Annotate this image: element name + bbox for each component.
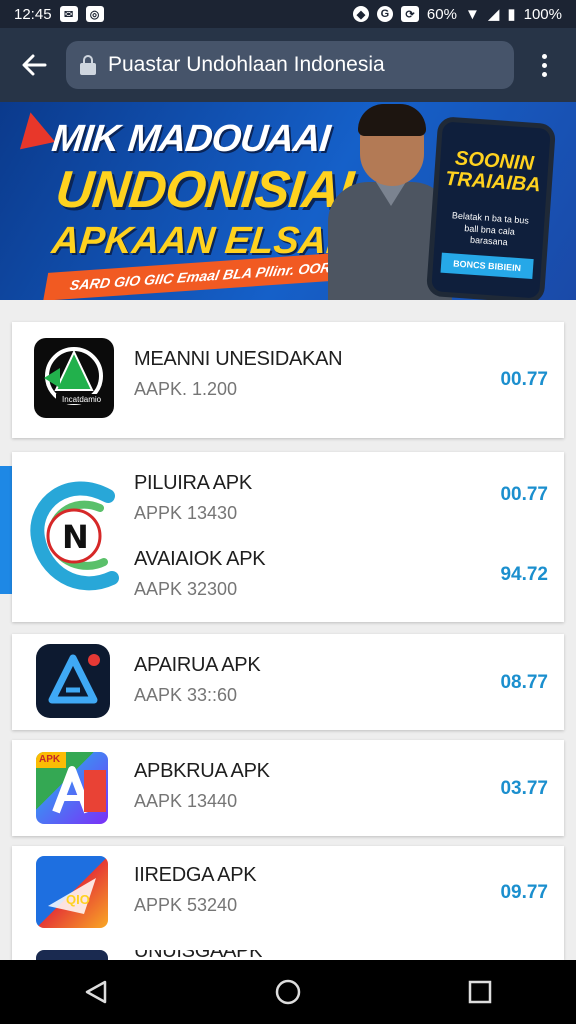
n-swirl-icon: N <box>28 474 124 600</box>
app-list-item[interactable]: Incatdamio MEANNI UNESIDAKAN AAPK. 1.200… <box>12 322 564 438</box>
mail-icon: ✉ <box>59 6 78 22</box>
browser-toolbar: Puastar Undohlaan Indonesia <box>0 28 576 102</box>
nav-recents-icon[interactable] <box>456 968 504 1016</box>
app-name: MEANNI UNESIDAKAN <box>134 348 343 370</box>
status-time: 12:45 <box>14 5 52 23</box>
wifi-icon: ▼ <box>464 5 480 23</box>
icon-caption: Incatdamio <box>62 395 102 404</box>
app-rating: 00.77 <box>500 484 548 505</box>
address-bar[interactable]: Puastar Undohlaan Indonesia <box>66 41 514 89</box>
battery-icon: ▮ <box>507 6 516 23</box>
promo-phone-image: SOONIN TRAIAIBA Belatak n ba ta bus ball… <box>425 116 557 300</box>
phone-title: SOONIN TRAIAIBA <box>444 147 542 197</box>
app-rating: 09.77 <box>500 882 548 903</box>
app-rating: 08.77 <box>500 672 548 693</box>
app-version: AAPK 13440 <box>134 791 238 811</box>
overflow-menu-icon[interactable] <box>524 43 564 87</box>
status-bar: 12:45 ✉ ◎ ◆ G ⟳ 60% ▼ ◢ ▮ 100% <box>0 0 576 28</box>
partial-app-icon <box>36 950 108 960</box>
phone-subtitle: Belatak n ba ta bus ball bna cala barasa… <box>451 210 530 248</box>
plane-card-icon: QIO <box>36 856 108 928</box>
back-arrow-icon[interactable] <box>12 43 56 87</box>
svg-text:N: N <box>62 518 89 556</box>
app-list-item[interactable]: APK APBKRUA APK AAPK 13440 03.77 <box>12 740 564 836</box>
app-version: AAPK 33::60 <box>134 685 238 705</box>
app-name: PILUIRA APK <box>134 472 252 494</box>
apk-letter-a-icon: APK <box>36 752 108 824</box>
sync-icon: ⟳ <box>400 6 419 22</box>
status-extra: 60% <box>426 5 457 23</box>
promo-banner[interactable]: MIK MADOUAAI UNDONISIAI APKAAN ELSANG SA… <box>0 102 576 300</box>
google-icon: G <box>376 6 393 22</box>
app-rating: 00.77 <box>500 369 548 390</box>
signal-icon: ◢ <box>487 6 500 23</box>
app-name: UNUISGAAPK <box>134 950 262 960</box>
app-rating: 94.72 <box>500 564 548 585</box>
app-version: AAPK. 1.200 <box>134 379 238 399</box>
triangle-a-icon <box>36 644 110 718</box>
app-version: AAPK 32300 <box>134 579 238 599</box>
banner-headline-1: MIK MADOUAAI <box>49 118 332 160</box>
phone-cta-button: BONCS BIBIEIN <box>440 252 534 280</box>
nav-back-icon[interactable] <box>72 968 120 1016</box>
app-name: IIREDGA APK <box>134 864 257 886</box>
app-name: APAIRUA APK <box>134 654 261 676</box>
app-list-item[interactable]: QIO IIREDGA APK APPK 53240 09.77 UNUISGA… <box>12 846 564 960</box>
icon-caption: APK <box>39 754 61 765</box>
banner-headline-2: UNDONISIAI <box>52 161 356 219</box>
app-version: APPK 53240 <box>134 895 238 915</box>
battery-level: 100% <box>523 5 562 23</box>
nav-home-icon[interactable] <box>264 968 312 1016</box>
app-list-item[interactable]: APAIRUA APK AAPK 33::60 08.77 <box>12 634 564 730</box>
recycle-arrow-icon: Incatdamio <box>34 338 114 418</box>
app-rating: 03.77 <box>500 778 548 799</box>
app-notification-icon: ◎ <box>85 6 104 22</box>
icon-caption: QIO <box>66 892 90 907</box>
url-text: Puastar Undohlaan Indonesia <box>108 53 385 76</box>
selection-indicator <box>0 466 12 594</box>
triangle-logo-icon <box>12 108 56 150</box>
shield-icon: ◆ <box>352 6 369 22</box>
lock-icon <box>80 55 96 75</box>
app-name: APBKRUA APK <box>134 760 270 782</box>
app-version: APPK 13430 <box>134 503 238 523</box>
app-list-item-group[interactable]: N PILUIRA APK APPK 13430 00.77 AVAIAIOK … <box>12 452 564 622</box>
app-name: AVAIAIOK APK <box>134 548 266 570</box>
system-nav-bar <box>0 960 576 1024</box>
